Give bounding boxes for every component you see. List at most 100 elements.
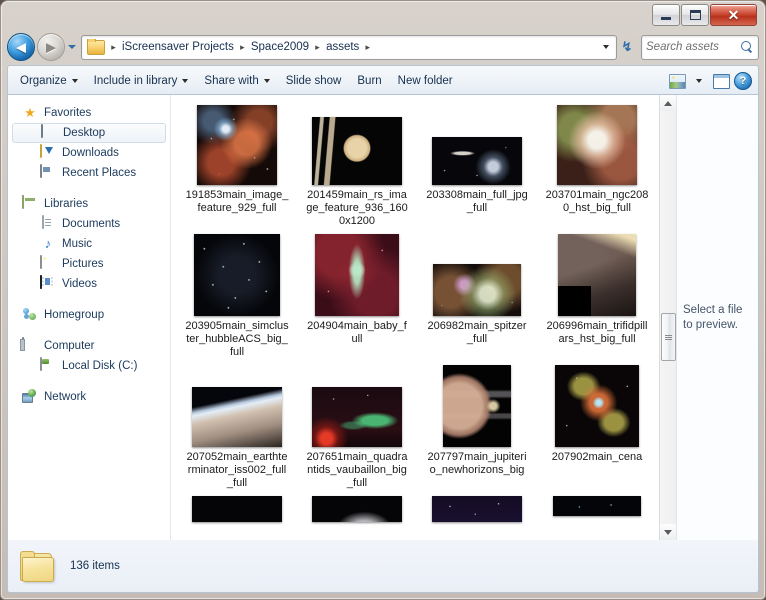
file-name: 207902main_cena <box>551 451 643 463</box>
close-button[interactable]: ✕ <box>710 4 757 26</box>
file-item[interactable] <box>177 494 297 526</box>
videos-icon <box>40 275 56 292</box>
file-item[interactable]: 207902main_cena <box>537 363 657 494</box>
thumbnail-image <box>553 496 641 516</box>
file-item[interactable] <box>297 494 417 526</box>
thumbnail-image <box>558 234 636 316</box>
refresh-button[interactable]: ↯ <box>617 36 637 59</box>
sidebar-item-pictures[interactable]: Pictures <box>8 254 170 274</box>
breadcrumb-item-2[interactable]: assets <box>323 39 362 55</box>
history-dropdown-button[interactable] <box>65 34 79 60</box>
sidebar-group-libraries[interactable]: Libraries <box>8 194 170 214</box>
file-item[interactable]: 207052main_earthterminator_iss002_full_f… <box>177 363 297 494</box>
toolbar-item-new-folder[interactable]: New folder <box>390 71 461 91</box>
file-item[interactable]: 207651main_quadrantids_vaubaillon_big_fu… <box>297 363 417 494</box>
thumbnail-wrap <box>419 234 535 316</box>
file-list-scrollbar[interactable] <box>659 95 676 540</box>
toolbar-item-include-in-library[interactable]: Include in library <box>86 71 197 91</box>
sidebar-group-computer[interactable]: Computer <box>8 336 170 356</box>
preview-pane-icon <box>712 73 730 89</box>
desktop-icon <box>41 124 57 141</box>
scrollbar-thumb[interactable] <box>661 313 676 361</box>
thumbnail-wrap <box>419 496 535 522</box>
file-item[interactable]: 203905main_simcluster_hubbleACS_big_full <box>177 232 297 363</box>
thumbnail-image <box>312 387 402 447</box>
chevron-down-icon <box>664 529 672 535</box>
breadcrumb-separator[interactable]: ▸ <box>362 42 373 53</box>
scroll-down-button[interactable] <box>660 524 676 540</box>
file-item[interactable]: 203701main_ngc2080_hst_big_full <box>537 101 657 232</box>
thumbnail-image <box>555 365 639 447</box>
breadcrumb-separator[interactable]: ▸ <box>312 42 323 53</box>
file-list[interactable]: 191853main_image_feature_929_full 201459… <box>171 95 676 540</box>
sidebar-group-network[interactable]: Network <box>8 387 170 407</box>
sidebar-item-music[interactable]: ♪ Music <box>8 234 170 254</box>
thumbnail-image <box>557 105 637 185</box>
change-view-dropdown-button[interactable] <box>688 71 710 91</box>
chevron-down-icon <box>603 45 609 49</box>
file-row: 191853main_image_feature_929_full 201459… <box>177 101 674 232</box>
thumbnail-image <box>432 496 522 522</box>
forward-button[interactable]: ▶ <box>37 33 65 61</box>
file-row <box>177 494 674 526</box>
title-bar: ✕ <box>1 1 765 29</box>
preview-pane-button[interactable] <box>710 71 732 91</box>
sidebar-item-recent-places[interactable]: Recent Places <box>8 163 170 183</box>
file-item[interactable] <box>537 494 657 526</box>
thumbnail-wrap <box>419 365 535 447</box>
thumbnail-corner-crop <box>558 286 591 316</box>
sidebar-item-videos[interactable]: Videos <box>8 274 170 294</box>
toolbar-item-burn[interactable]: Burn <box>349 71 389 91</box>
sidebar-item-local-disk[interactable]: Local Disk (C:) <box>8 356 170 376</box>
search-box[interactable]: Search assets <box>641 34 759 60</box>
chevron-down-icon <box>71 79 78 83</box>
sidebar-item-documents[interactable]: Documents <box>8 214 170 234</box>
back-button[interactable]: ◀ <box>7 33 35 61</box>
search-input[interactable]: Search assets <box>646 41 741 53</box>
toolbar-item-slide-show[interactable]: Slide show <box>278 71 350 91</box>
sidebar-item-label: Videos <box>62 278 97 290</box>
search-icon <box>741 40 754 54</box>
folder-icon[interactable] <box>87 39 105 55</box>
thumbnail-image <box>194 234 280 316</box>
toolbar-item-share-with[interactable]: Share with <box>196 71 277 91</box>
file-item[interactable] <box>417 494 537 526</box>
maximize-button[interactable] <box>681 4 709 26</box>
sidebar-item-desktop[interactable]: Desktop <box>12 123 166 143</box>
sidebar-group-favorites[interactable]: ★ Favorites <box>8 103 170 123</box>
file-item[interactable]: 206996main_trifidpillars_hst_big_full <box>537 232 657 363</box>
file-item[interactable]: 201459main_rs_image_feature_936_1600x120… <box>297 101 417 232</box>
file-item[interactable]: 206982main_spitzer_full <box>417 232 537 363</box>
file-name: 206982main_spitzer_full <box>427 320 527 345</box>
toolbar-item-organize[interactable]: Organize <box>12 71 86 91</box>
change-view-button[interactable] <box>666 71 688 91</box>
breadcrumb-item-0[interactable]: iScreensaver Projects <box>119 39 237 55</box>
breadcrumb-separator[interactable]: ▸ <box>237 42 248 53</box>
explorer-window: ✕ ◀ ▶ ▸ iScreensaver Projects ▸ Space200… <box>0 0 766 600</box>
window-controls: ✕ <box>652 4 757 26</box>
file-item[interactable]: 203308main_full_jpg_full <box>417 101 537 232</box>
sidebar-group-label: Libraries <box>44 198 89 210</box>
address-bar[interactable]: ▸ iScreensaver Projects ▸ Space2009 ▸ as… <box>81 34 617 60</box>
maximize-icon <box>689 10 701 20</box>
help-button[interactable]: ? <box>732 71 754 91</box>
thumbnail-image <box>433 264 521 316</box>
address-bar-row: ◀ ▶ ▸ iScreensaver Projects ▸ Space2009 … <box>7 31 759 63</box>
file-item[interactable]: 204904main_baby_full <box>297 232 417 363</box>
network-icon <box>22 389 38 405</box>
file-name: 207651main_quadrantids_vaubaillon_big_fu… <box>306 451 408 489</box>
sidebar-group-label: Computer <box>44 340 95 352</box>
file-name: 201459main_rs_image_feature_936_1600x120… <box>306 189 408 227</box>
file-item[interactable]: 191853main_image_feature_929_full <box>177 101 297 232</box>
scroll-up-button[interactable] <box>660 95 676 111</box>
sidebar-group-homegroup[interactable]: Homegroup <box>8 305 170 325</box>
sidebar-item-downloads[interactable]: Downloads <box>8 143 170 163</box>
thumbnail-wrap <box>179 234 295 316</box>
toolbar-label: Include in library <box>93 75 178 87</box>
file-item[interactable]: 207797main_jupiterio_newhorizons_big <box>417 363 537 494</box>
minimize-button[interactable] <box>652 4 680 26</box>
address-dropdown-button[interactable] <box>598 45 614 49</box>
breadcrumb-item-1[interactable]: Space2009 <box>248 39 312 55</box>
thumbnail-image <box>443 365 511 447</box>
